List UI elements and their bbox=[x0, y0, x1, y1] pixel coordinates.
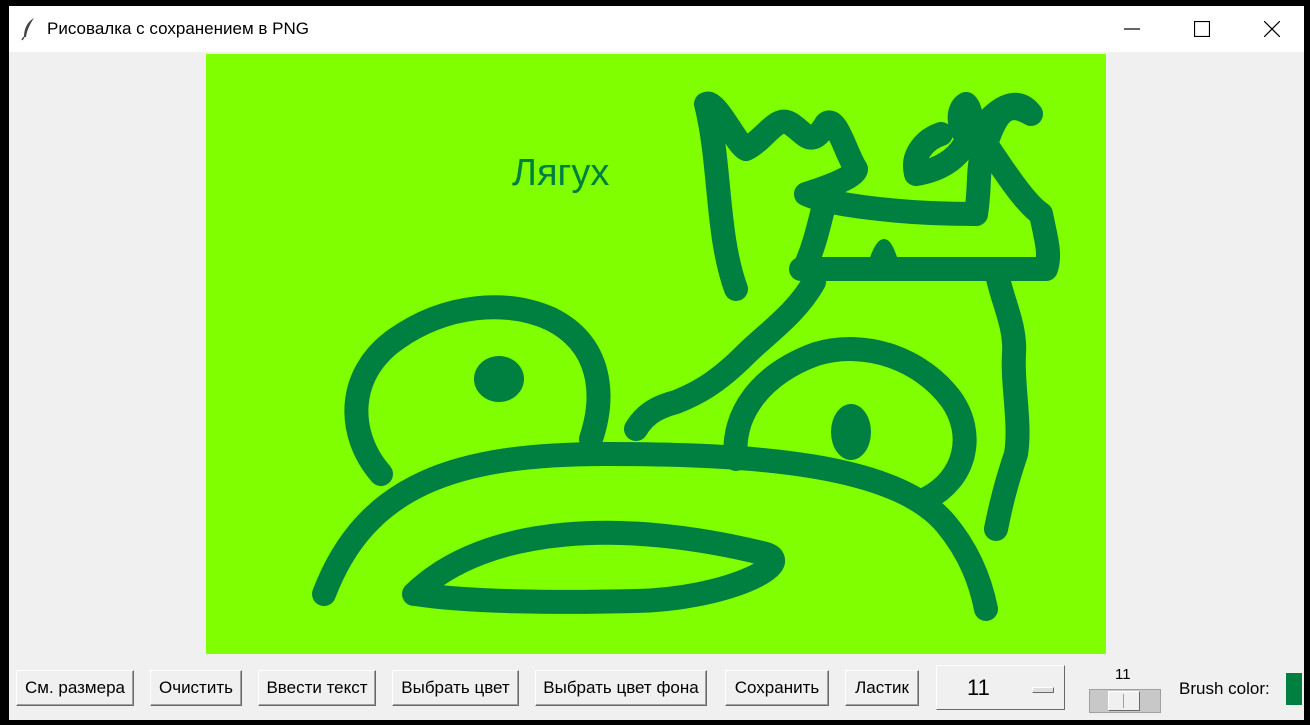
minimize-icon bbox=[1124, 28, 1140, 30]
brush-color-label: Brush color: bbox=[1179, 679, 1270, 698]
window-title: Рисовалка с сохранением в PNG bbox=[47, 19, 309, 38]
close-button[interactable] bbox=[1237, 6, 1304, 52]
brush-size-scale[interactable] bbox=[1089, 689, 1161, 713]
drawing-canvas[interactable]: Лягух bbox=[206, 54, 1106, 654]
minimize-button[interactable] bbox=[1097, 6, 1167, 52]
app-window: Рисовалка с сохранением в PNG Лягух См. … bbox=[9, 6, 1304, 720]
scale-slider-handle[interactable] bbox=[1108, 691, 1140, 711]
enter-text-button[interactable]: Ввести текст bbox=[258, 670, 376, 706]
choose-bg-color-button[interactable]: Выбрать цвет фона bbox=[535, 670, 707, 706]
close-icon bbox=[1264, 21, 1280, 37]
save-button[interactable]: Сохранить bbox=[725, 670, 829, 706]
brush-size-menu[interactable]: 11 bbox=[936, 665, 1065, 710]
brush-size-menu-value: 11 bbox=[967, 675, 990, 700]
dangling-line bbox=[984, 257, 1030, 541]
menu-indicator-icon bbox=[1032, 687, 1054, 693]
eraser-button[interactable]: Ластик bbox=[845, 670, 919, 706]
mouth-outline bbox=[402, 520, 785, 614]
crown-gem bbox=[866, 239, 901, 269]
crown-right bbox=[964, 132, 1061, 281]
left-pupil bbox=[474, 356, 524, 402]
right-pupil bbox=[831, 404, 871, 460]
feather-icon bbox=[21, 18, 34, 41]
brush-size-button[interactable]: См. размера bbox=[16, 670, 134, 706]
maximize-button[interactable] bbox=[1167, 6, 1237, 52]
choose-color-button[interactable]: Выбрать цвет bbox=[392, 670, 519, 706]
brush-size-scale-value: 11 bbox=[1115, 666, 1131, 683]
clear-button[interactable]: Очистить bbox=[150, 670, 242, 706]
title-bar: Рисовалка с сохранением в PNG bbox=[9, 6, 1304, 52]
brush-color-swatch bbox=[1286, 673, 1302, 705]
canvas-text: Лягух bbox=[512, 152, 610, 194]
maximize-icon bbox=[1194, 21, 1210, 37]
frog-drawing bbox=[312, 91, 1061, 621]
